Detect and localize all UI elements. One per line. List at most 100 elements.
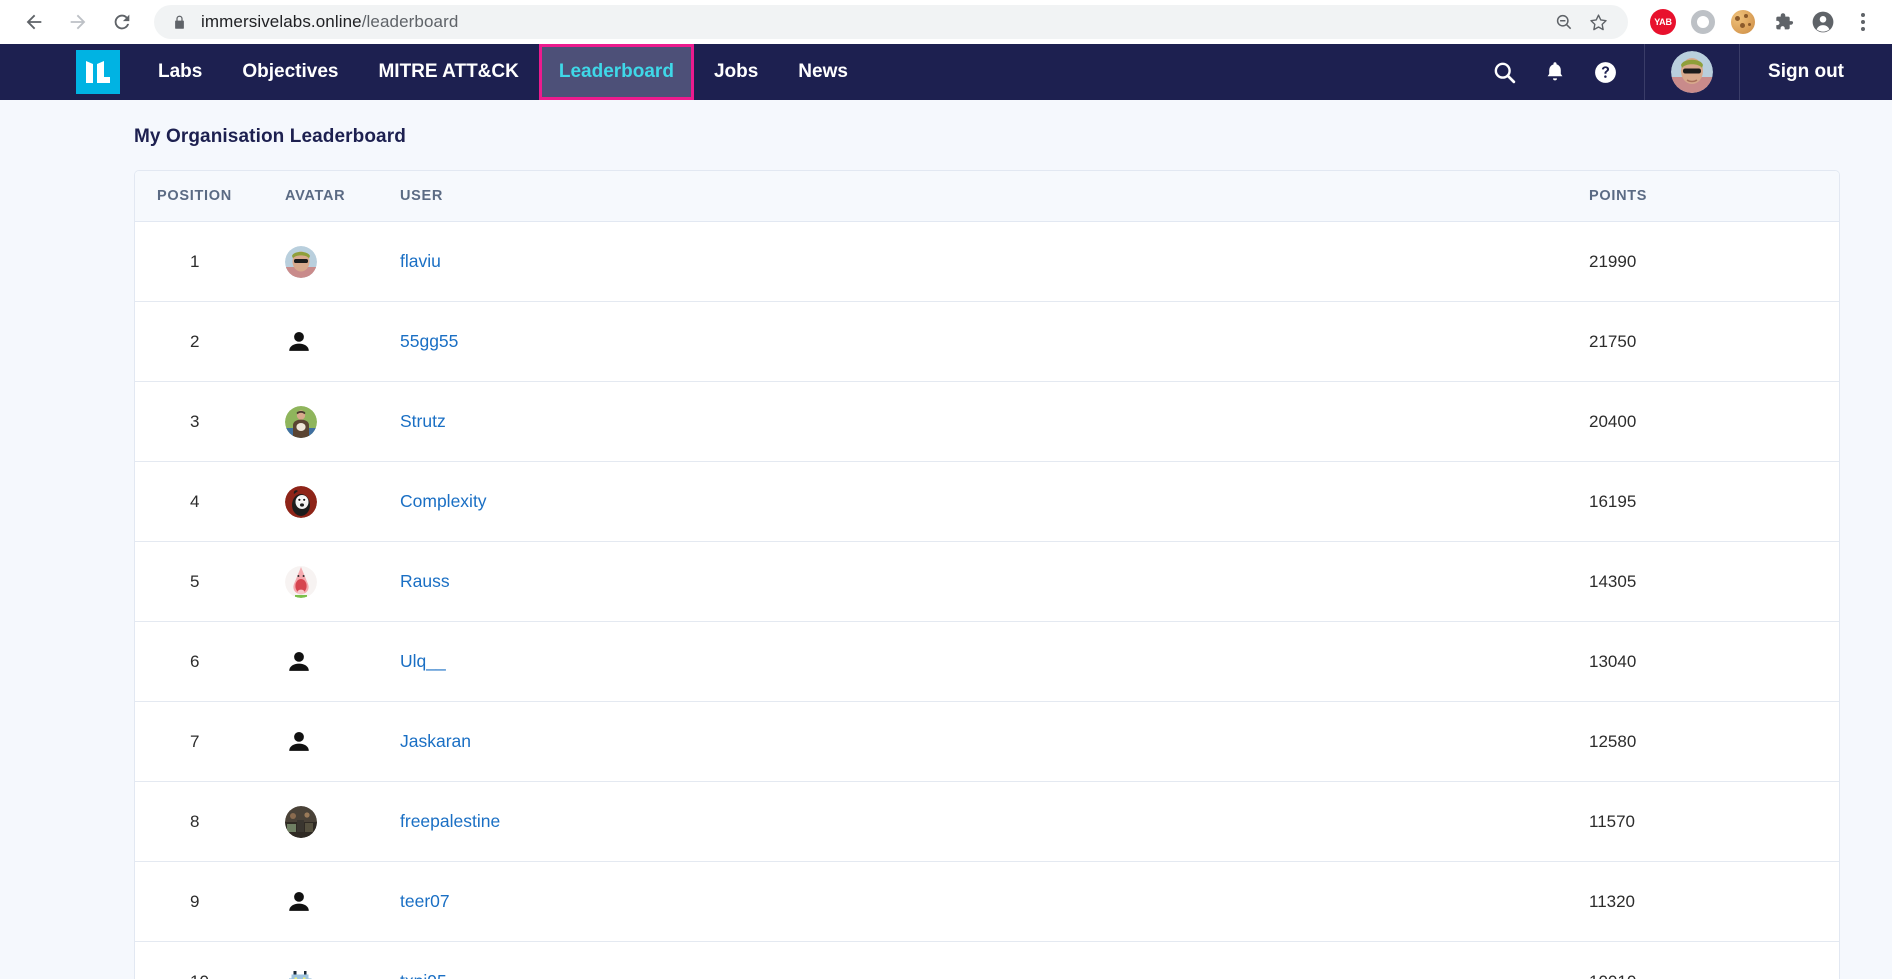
user-avatar[interactable] bbox=[1645, 44, 1739, 100]
url-path: /leaderboard bbox=[361, 12, 459, 31]
column-header-user[interactable]: USER bbox=[400, 171, 1589, 222]
table-body: 1 flaviu 21990 2 55gg55 21750 3 Strutz 2… bbox=[135, 221, 1839, 979]
table-head: POSITION AVATAR USER POINTS bbox=[135, 171, 1839, 222]
cell-position: 8 bbox=[135, 781, 285, 862]
notification-bell-icon[interactable] bbox=[1543, 60, 1567, 84]
cell-user: freepalestine bbox=[400, 781, 1589, 862]
user-link[interactable]: txni95 bbox=[400, 971, 447, 979]
cell-points: 16195 bbox=[1589, 461, 1839, 542]
avatar-photo-current-user bbox=[1671, 51, 1714, 93]
page-content: My Organisation Leaderboard POSITION AVA… bbox=[0, 100, 1892, 979]
browser-toolbar: immersivelabs.online/leaderboard YAB bbox=[0, 0, 1892, 44]
user-link[interactable]: Rauss bbox=[400, 571, 450, 591]
nav-label: Labs bbox=[158, 61, 203, 82]
yab-extension-icon[interactable]: YAB bbox=[1648, 7, 1678, 37]
profile-avatar-icon[interactable] bbox=[1808, 7, 1838, 37]
nav-item-leaderboard[interactable]: Leaderboard bbox=[538, 44, 694, 100]
forward-arrow-icon bbox=[70, 14, 86, 30]
cell-position: 4 bbox=[135, 461, 285, 542]
table-row[interactable]: 9 teer07 11320 bbox=[135, 861, 1839, 942]
page-title: My Organisation Leaderboard bbox=[134, 126, 406, 147]
avatar-default-person-icon bbox=[289, 731, 309, 751]
back-button[interactable] bbox=[14, 2, 54, 42]
table-row[interactable]: 2 55gg55 21750 bbox=[135, 301, 1839, 382]
nav-item-objectives[interactable]: Objectives bbox=[222, 44, 358, 100]
avatar-photo-freepalestine bbox=[285, 805, 317, 838]
cell-position: 10 bbox=[135, 942, 285, 979]
star-icon[interactable] bbox=[1582, 6, 1614, 38]
table-row[interactable]: 1 flaviu 21990 bbox=[135, 221, 1839, 302]
nav-right-group: Sign out bbox=[1466, 44, 1892, 100]
table-row[interactable]: 3 Strutz 20400 bbox=[135, 381, 1839, 462]
reload-button[interactable] bbox=[102, 2, 142, 42]
cell-points: 21750 bbox=[1589, 301, 1839, 382]
url-text: immersivelabs.online/leaderboard bbox=[201, 12, 458, 32]
nav-label: Leaderboard bbox=[558, 61, 674, 82]
user-link[interactable]: 55gg55 bbox=[400, 331, 458, 351]
avatar-default-person-icon bbox=[289, 891, 309, 911]
il-logo-icon bbox=[86, 61, 110, 83]
cell-user: txni95 bbox=[400, 942, 1589, 979]
table-row[interactable]: 10 bbox=[135, 942, 1839, 979]
column-header-position[interactable]: POSITION bbox=[135, 171, 285, 222]
cell-user: Jaskaran bbox=[400, 701, 1589, 782]
cell-user: flaviu bbox=[400, 221, 1589, 302]
table-row[interactable]: 7 Jaskaran 12580 bbox=[135, 701, 1839, 782]
cell-user: 55gg55 bbox=[400, 301, 1589, 382]
cookie-extension-icon[interactable] bbox=[1728, 7, 1758, 37]
puzzle-extensions-icon[interactable] bbox=[1768, 7, 1798, 37]
sign-out-button[interactable]: Sign out bbox=[1740, 44, 1892, 100]
nav-item-jobs[interactable]: Jobs bbox=[694, 44, 778, 100]
column-header-points[interactable]: POINTS bbox=[1589, 171, 1839, 222]
cell-points: 13040 bbox=[1589, 621, 1839, 702]
nav-menu: Labs Objectives MITRE ATT&CK Leaderboard… bbox=[138, 44, 868, 100]
user-link[interactable]: Strutz bbox=[400, 411, 446, 431]
table-row[interactable]: 4 Complexity 16195 bbox=[135, 461, 1839, 542]
forward-button[interactable] bbox=[58, 2, 98, 42]
user-link[interactable]: teer07 bbox=[400, 891, 450, 911]
table-row[interactable]: 6 Ulq__ 13040 bbox=[135, 621, 1839, 702]
cell-position: 2 bbox=[135, 301, 285, 382]
table-header-row: POSITION AVATAR USER POINTS bbox=[135, 171, 1839, 222]
avatar-photo-txni95 bbox=[288, 970, 312, 979]
lock-icon bbox=[172, 15, 187, 30]
nav-label: Objectives bbox=[242, 61, 339, 82]
address-bar[interactable]: immersivelabs.online/leaderboard bbox=[154, 5, 1628, 39]
nav-label: MITRE ATT&CK bbox=[378, 61, 519, 82]
sign-out-label: Sign out bbox=[1768, 61, 1844, 82]
three-dot-menu-icon[interactable] bbox=[1848, 7, 1878, 37]
cell-position: 3 bbox=[135, 381, 285, 462]
user-link[interactable]: flaviu bbox=[400, 251, 441, 271]
cell-user: Strutz bbox=[400, 381, 1589, 462]
cell-user: Ulq__ bbox=[400, 621, 1589, 702]
cell-points: 20400 bbox=[1589, 381, 1839, 462]
nav-item-labs[interactable]: Labs bbox=[138, 44, 222, 100]
cell-avatar bbox=[285, 461, 400, 542]
site-navigation-bar: Labs Objectives MITRE ATT&CK Leaderboard… bbox=[0, 44, 1892, 100]
leaderboard-table-card: POSITION AVATAR USER POINTS 1 flaviu 219… bbox=[134, 170, 1840, 979]
site-logo[interactable] bbox=[0, 44, 138, 100]
search-icon[interactable] bbox=[1492, 60, 1517, 85]
nav-item-news[interactable]: News bbox=[778, 44, 868, 100]
avatar-photo-complexity bbox=[285, 485, 317, 518]
table-row[interactable]: 5 Rauss 14305 bbox=[135, 541, 1839, 622]
avatar-photo-strutz bbox=[285, 405, 317, 438]
zoom-out-icon[interactable] bbox=[1548, 6, 1580, 38]
user-link[interactable]: Jaskaran bbox=[400, 731, 471, 751]
user-link[interactable]: Ulq__ bbox=[400, 651, 446, 671]
logo-square bbox=[76, 50, 120, 94]
back-arrow-icon bbox=[26, 14, 42, 30]
help-icon[interactable] bbox=[1593, 60, 1618, 85]
cell-position: 6 bbox=[135, 621, 285, 702]
ring-extension-icon[interactable] bbox=[1688, 7, 1718, 37]
column-header-avatar[interactable]: AVATAR bbox=[285, 171, 400, 222]
cell-avatar bbox=[285, 942, 400, 979]
table-row[interactable]: 8 freepalestine 11570 bbox=[135, 781, 1839, 862]
cell-position: 1 bbox=[135, 221, 285, 302]
user-link[interactable]: Complexity bbox=[400, 491, 487, 511]
user-link[interactable]: freepalestine bbox=[400, 811, 500, 831]
nav-item-mitre-attack[interactable]: MITRE ATT&CK bbox=[358, 44, 538, 100]
cell-avatar bbox=[285, 861, 400, 942]
cell-points: 21990 bbox=[1589, 221, 1839, 302]
cell-position: 9 bbox=[135, 861, 285, 942]
